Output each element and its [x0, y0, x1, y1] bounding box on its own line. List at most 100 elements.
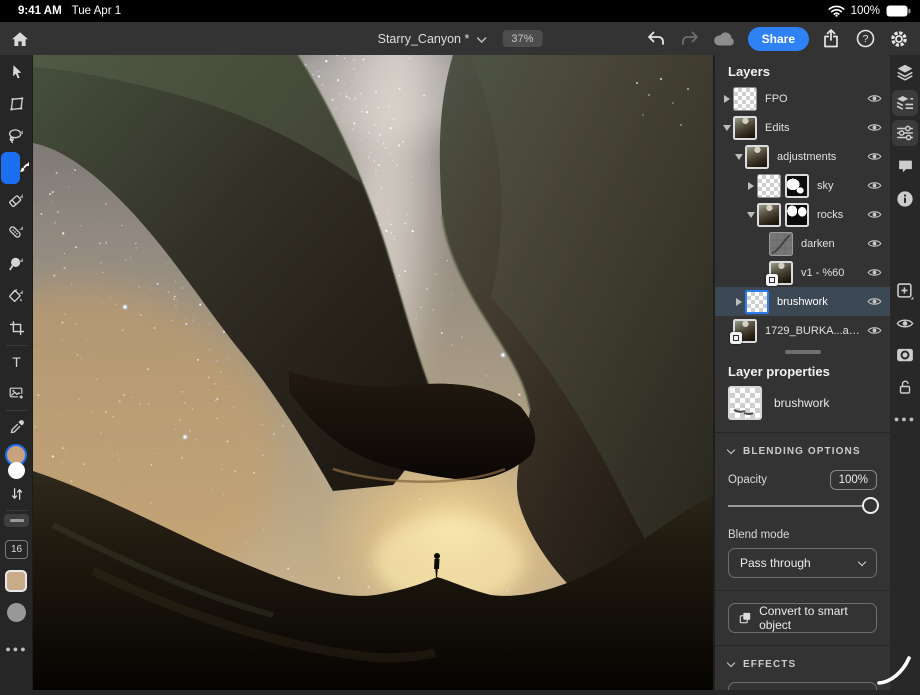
convert-to-smart-object-button[interactable]: Convert to smart object [728, 603, 877, 633]
layer-properties-section: Layer properties brushwork BLENDING OPTI… [715, 354, 890, 690]
crop-tool[interactable] [0, 312, 33, 344]
more-icon: ●●● [894, 414, 916, 424]
help-button[interactable]: ? [853, 29, 877, 48]
layer-visibility-eye-icon[interactable] [867, 151, 882, 162]
layer-visibility-eye-icon[interactable] [867, 325, 882, 336]
lasso-select-tool[interactable] [0, 120, 33, 152]
brush-hardness-preview[interactable] [7, 603, 26, 622]
disclosure-triangle[interactable] [733, 298, 745, 306]
layer-visibility-eye-icon[interactable] [867, 209, 882, 220]
dodge-burn-tool[interactable] [0, 248, 33, 280]
divider [715, 590, 890, 591]
clock-date: Tue Apr 1 [72, 5, 121, 17]
app-toolbar: Starry_Canyon * 37% Share [0, 22, 920, 55]
chevron-down-icon[interactable] [476, 30, 486, 48]
layer-visibility-eye-icon[interactable] [867, 296, 882, 307]
layer-row[interactable]: adjustments [715, 142, 890, 171]
eyedropper-tool-icon [9, 419, 25, 435]
document-title[interactable]: Starry_Canyon * [378, 32, 470, 46]
place-photo-tool[interactable] [0, 377, 33, 409]
layer-row[interactable]: Edits [715, 113, 890, 142]
tool-options-handle[interactable] [4, 514, 29, 527]
healing-brush-tool[interactable] [0, 216, 33, 248]
layer-visibility-eye-icon[interactable] [867, 238, 882, 249]
layer-row[interactable]: v1 - %60 [715, 258, 890, 287]
layer-mask-thumbnail[interactable] [785, 174, 809, 198]
disclosure-triangle[interactable] [745, 182, 757, 190]
brush-tool[interactable] [0, 152, 33, 184]
opacity-value-field[interactable]: 100% [830, 470, 877, 490]
transform-tool[interactable] [0, 88, 33, 120]
layer-row[interactable]: 1729_BURKA...anced-NR33 [715, 316, 890, 345]
layers-icon [896, 63, 914, 81]
layer-visibility-eye-icon[interactable] [867, 122, 882, 133]
layer-thumbnail[interactable] [745, 290, 769, 314]
canvas-photo[interactable] [33, 55, 713, 690]
fill-tool[interactable] [0, 280, 33, 312]
brush-tip-preview[interactable] [5, 570, 27, 592]
subtool-indicator [19, 130, 23, 134]
layer-thumbnail[interactable] [733, 319, 757, 343]
disclosure-triangle[interactable] [733, 154, 745, 160]
layer-thumbnail[interactable] [769, 232, 793, 256]
selected-layer-thumbnail[interactable] [728, 386, 762, 420]
opacity-slider[interactable] [728, 497, 877, 515]
canvas-area[interactable] [33, 55, 713, 690]
home-button[interactable] [11, 31, 29, 47]
blending-options-header[interactable]: BLENDING OPTIONS [728, 446, 877, 457]
add-layer-effect-button[interactable]: fx Add layer effect [728, 682, 877, 690]
info-button[interactable] [892, 186, 918, 212]
undo-button[interactable] [644, 31, 668, 46]
layers-view-button[interactable] [892, 59, 918, 85]
layer-row[interactable]: sky [715, 171, 890, 200]
disclosure-triangle[interactable] [721, 125, 733, 131]
share-button[interactable]: Share [748, 27, 809, 51]
layer-thumbnail[interactable] [733, 87, 757, 111]
tool-options-more-button[interactable]: ●●● [0, 633, 33, 665]
taskbar-more-button[interactable]: ●●● [892, 406, 918, 432]
smart-object-icon [739, 611, 751, 625]
export-button[interactable] [819, 29, 843, 48]
eyedropper-tool[interactable] [0, 411, 33, 443]
layer-mask-button[interactable] [892, 342, 918, 368]
brush-size-indicator[interactable]: 16 [5, 540, 28, 559]
cloud-sync-button[interactable] [712, 32, 736, 46]
comments-button[interactable] [892, 153, 918, 179]
layer-visibility-button[interactable] [892, 310, 918, 336]
lock-layer-button[interactable] [892, 374, 918, 400]
layer-thumbnail[interactable] [757, 174, 781, 198]
disclosure-triangle[interactable] [721, 95, 733, 103]
settings-button[interactable] [887, 29, 911, 49]
layer-visibility-eye-icon[interactable] [867, 267, 882, 278]
layer-visibility-eye-icon[interactable] [867, 93, 882, 104]
background-color-swatch[interactable] [8, 462, 25, 479]
layer-row[interactable]: brushwork [715, 287, 890, 316]
layer-thumbnail[interactable] [745, 145, 769, 169]
redo-button[interactable] [678, 31, 702, 46]
opacity-slider-knob[interactable] [862, 497, 879, 514]
swap-colors-button[interactable] [0, 478, 33, 510]
disclosure-triangle[interactable] [745, 212, 757, 218]
mask-icon [896, 347, 914, 363]
layer-thumbnail[interactable] [769, 261, 793, 285]
layer-visibility-eye-icon[interactable] [867, 180, 882, 191]
layer-row[interactable]: rocks [715, 200, 890, 229]
add-layer-icon [896, 282, 914, 300]
effects-header[interactable]: EFFECTS [728, 659, 877, 670]
move-tool[interactable] [0, 56, 33, 88]
comment-icon [897, 158, 914, 175]
layer-name: FPO [765, 93, 863, 105]
eraser-tool[interactable] [0, 184, 33, 216]
layer-mask-thumbnail[interactable] [785, 203, 809, 227]
layer-thumbnail[interactable] [757, 203, 781, 227]
layer-properties-button[interactable] [892, 120, 918, 146]
zoom-level-badge[interactable]: 37% [502, 30, 542, 47]
layer-row[interactable]: darken [715, 229, 890, 258]
layer-thumbnail[interactable] [733, 116, 757, 140]
type-tool[interactable]: T [0, 346, 33, 378]
layer-list-button[interactable] [892, 90, 918, 116]
opacity-slider-track[interactable] [728, 505, 877, 507]
layer-row[interactable]: FPO [715, 84, 890, 113]
blend-mode-dropdown[interactable]: Pass through [728, 548, 877, 578]
add-layer-button[interactable] [892, 278, 918, 304]
